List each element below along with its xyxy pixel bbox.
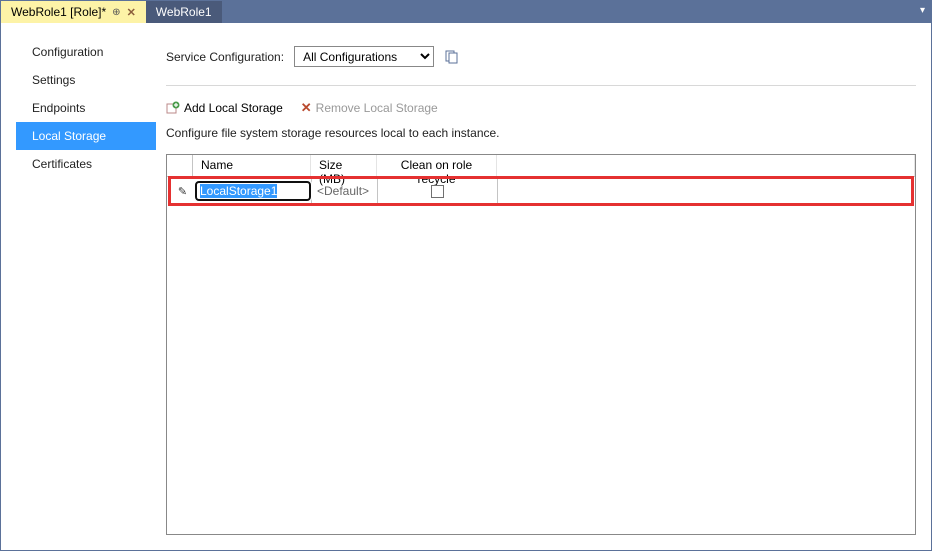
storage-grid: Name Size (MB) Clean on role recycle ✎ <… xyxy=(166,154,916,535)
name-input[interactable] xyxy=(195,181,311,201)
tab-label: WebRole1 xyxy=(156,5,212,19)
column-header-name[interactable]: Name xyxy=(193,155,311,176)
sidebar-item-settings[interactable]: Settings xyxy=(16,66,156,94)
manage-configurations-icon[interactable] xyxy=(444,49,460,65)
sidebar-item-endpoints[interactable]: Endpoints xyxy=(16,94,156,122)
pencil-icon: ✎ xyxy=(178,185,187,198)
table-row[interactable]: ✎ <Default> xyxy=(171,179,911,203)
spacer-cell xyxy=(498,179,911,203)
sidebar-item-certificates[interactable]: Certificates xyxy=(16,150,156,178)
main-panel: Service Configuration: All Configuration… xyxy=(156,38,916,535)
sidebar-item-local-storage[interactable]: Local Storage xyxy=(16,122,156,150)
service-configuration-row: Service Configuration: All Configuration… xyxy=(166,38,916,86)
add-local-storage-button[interactable]: Add Local Storage xyxy=(166,100,283,116)
document-tab-bar: WebRole1 [Role]* ⊕ ✕ WebRole1 ▾ xyxy=(1,1,931,23)
service-configuration-label: Service Configuration: xyxy=(166,50,284,64)
add-label: Add Local Storage xyxy=(184,101,283,115)
column-header-spacer xyxy=(497,155,915,176)
description-text: Configure file system storage resources … xyxy=(166,126,916,154)
tab-webrole1[interactable]: WebRole1 xyxy=(146,1,222,23)
highlighted-row-annotation: ✎ <Default> xyxy=(168,176,914,206)
tab-overflow-dropdown[interactable]: ▾ xyxy=(920,5,925,16)
toolbar: Add Local Storage ✕ Remove Local Storage xyxy=(166,86,916,126)
remove-icon: ✕ xyxy=(301,100,312,116)
sidebar: Configuration Settings Endpoints Local S… xyxy=(16,38,156,535)
grid-header: Name Size (MB) Clean on role recycle xyxy=(167,155,915,177)
tab-webrole1-role[interactable]: WebRole1 [Role]* ⊕ ✕ xyxy=(1,1,146,23)
service-configuration-select[interactable]: All Configurations xyxy=(294,46,434,67)
row-selector-header xyxy=(167,155,193,176)
size-cell[interactable]: <Default> xyxy=(312,179,378,203)
remove-local-storage-button: ✕ Remove Local Storage xyxy=(301,100,438,116)
remove-label: Remove Local Storage xyxy=(316,101,438,115)
add-icon xyxy=(166,101,180,115)
content-area: Configuration Settings Endpoints Local S… xyxy=(1,23,931,550)
tab-label: WebRole1 [Role]* xyxy=(11,5,106,19)
sidebar-item-configuration[interactable]: Configuration xyxy=(16,38,156,66)
close-icon[interactable]: ✕ xyxy=(127,6,136,19)
clean-checkbox[interactable] xyxy=(431,185,444,198)
row-edit-indicator[interactable]: ✎ xyxy=(171,179,194,203)
pin-icon[interactable]: ⊕ xyxy=(112,7,120,18)
clean-cell[interactable] xyxy=(378,179,498,203)
column-header-size[interactable]: Size (MB) xyxy=(311,155,377,176)
column-header-clean[interactable]: Clean on role recycle xyxy=(377,155,497,176)
